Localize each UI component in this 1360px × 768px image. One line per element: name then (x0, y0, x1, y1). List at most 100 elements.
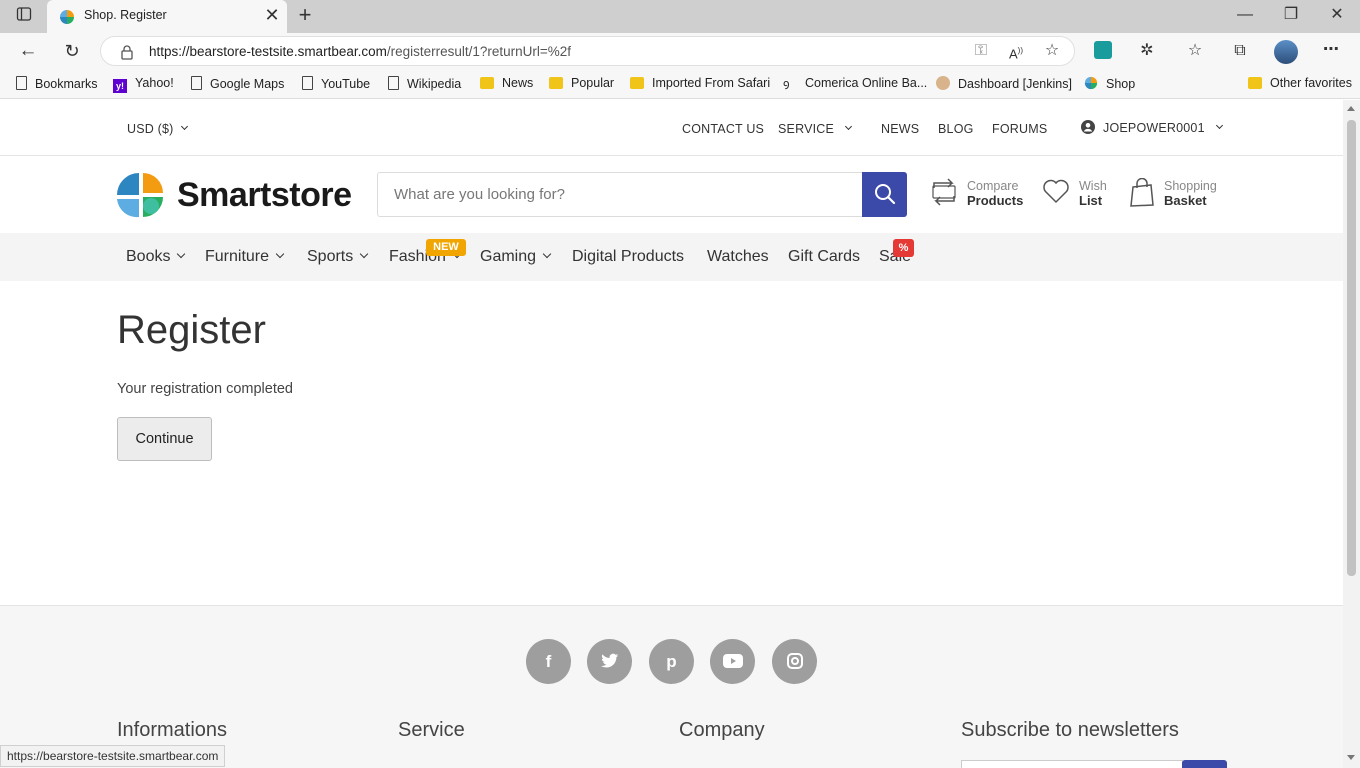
footer-heading-informations: Informations (117, 719, 228, 741)
refresh-icon[interactable]: ↻ (60, 41, 84, 61)
footer-heading-service: Service (398, 719, 465, 741)
shopping-basket-link[interactable]: Shopping Basket (1130, 178, 1225, 212)
bookmark-shop[interactable]: Shop (1084, 76, 1135, 91)
profile-avatar[interactable] (1274, 40, 1298, 64)
bookmark-yahoo[interactable]: y! Yahoo! (113, 76, 174, 93)
chevron-down-icon (542, 249, 552, 259)
wish-list-link[interactable]: Wish List (1042, 178, 1112, 212)
chevron-down-icon (360, 249, 369, 259)
address-bar[interactable]: https://bearstore-testsite.smartbear.com… (100, 36, 1075, 66)
logo-wordmark: Smartstore (177, 176, 352, 214)
basket-label-2: Basket (1164, 193, 1207, 208)
compare-products-link[interactable]: Compare Products (931, 178, 1026, 212)
bookmark-news[interactable]: News (480, 76, 533, 90)
continue-button[interactable]: Continue (117, 417, 212, 461)
more-menu-icon[interactable]: ⋯ (1321, 40, 1341, 60)
registration-result-message: Your registration completed (117, 381, 293, 397)
folder-icon (480, 77, 494, 89)
facebook-icon[interactable]: f (526, 639, 571, 684)
wish-label-1: Wish (1079, 179, 1107, 193)
scroll-down-arrow-icon[interactable] (1347, 755, 1355, 760)
category-gaming[interactable]: Gaming (480, 248, 552, 266)
favorites-icon[interactable]: ☆ (1185, 41, 1205, 61)
instagram-icon[interactable] (772, 639, 817, 684)
link-status-bar: https://bearstore-testsite.smartbear.com (0, 745, 226, 767)
compare-label-2: Products (967, 193, 1024, 208)
bookmark-wikipedia[interactable]: Wikipedia (388, 76, 461, 91)
extensions-puzzle-icon[interactable]: ✲ (1137, 41, 1157, 61)
category-gift-cards[interactable]: Gift Cards (788, 248, 860, 266)
scroll-up-arrow-icon[interactable] (1347, 106, 1355, 111)
window-close-icon[interactable]: ✕ (1326, 5, 1348, 25)
new-tab-icon[interactable]: + (294, 4, 316, 26)
category-watches[interactable]: Watches (707, 248, 769, 266)
footer: f p Informations Service Company Subscri… (0, 605, 1343, 768)
newsletter-subscribe-button[interactable] (1182, 760, 1227, 768)
browser-tab-bar: Shop. Register ✕ + — ❐ ✕ (0, 0, 1360, 33)
chevron-down-icon (177, 249, 186, 259)
page-title: Register (117, 308, 266, 352)
page-scrollbar[interactable] (1343, 100, 1360, 768)
bookmark-jenkins[interactable]: Dashboard [Jenkins] (936, 76, 1072, 91)
chevron-down-icon (845, 122, 853, 131)
minimize-icon[interactable]: — (1234, 5, 1256, 25)
sale-badge: % (893, 239, 914, 257)
key-icon[interactable]: ⚿ (971, 41, 991, 61)
bookmark-google-maps[interactable]: Google Maps (191, 76, 284, 91)
compare-label-1: Compare (967, 179, 1019, 193)
wish-label-2: List (1079, 193, 1103, 208)
browser-tab-active[interactable]: Shop. Register ✕ (47, 0, 287, 33)
new-badge: NEW (426, 239, 466, 256)
category-sports[interactable]: Sports (307, 248, 369, 266)
category-digital-products[interactable]: Digital Products (572, 248, 684, 266)
search-input[interactable] (378, 173, 862, 216)
restore-icon[interactable]: ❐ (1280, 5, 1302, 25)
yahoo-icon: y! (113, 79, 127, 93)
account-menu[interactable]: JOEPOWER0001 (1081, 120, 1223, 135)
smartstore-favicon-icon (60, 10, 74, 24)
scrollbar-thumb[interactable] (1347, 120, 1356, 576)
heart-icon (1043, 179, 1069, 204)
youtube-icon[interactable] (710, 639, 755, 684)
address-toolbar: ← ↻ https://bearstore-testsite.smartbear… (0, 33, 1360, 69)
twitter-icon[interactable] (587, 639, 632, 684)
page-icon (191, 76, 202, 90)
forums-link[interactable]: FORUMS (992, 122, 1047, 136)
search-icon (875, 184, 896, 205)
smartstore-favicon-icon (1084, 76, 1098, 90)
bookmark-youtube[interactable]: YouTube (302, 76, 370, 91)
search-button[interactable] (862, 172, 907, 217)
news-link[interactable]: NEWS (881, 122, 919, 136)
tab-close-icon[interactable]: ✕ (261, 4, 283, 26)
add-favorite-icon[interactable]: ☆ (1042, 41, 1062, 61)
folder-icon (549, 77, 563, 89)
tab-title: Shop. Register (84, 8, 167, 22)
folder-icon (630, 77, 644, 89)
category-books[interactable]: Books (126, 248, 186, 266)
bookmark-comerica[interactable]: Ꝯ Comerica Online Ba... (783, 76, 927, 93)
chevron-down-icon (1215, 121, 1223, 130)
bookmark-other-favorites[interactable]: Other favorites (1248, 76, 1352, 90)
bookmark-bookmarks[interactable]: Bookmarks (16, 76, 98, 91)
footer-heading-company: Company (679, 719, 765, 741)
newsletter-email-input[interactable] (961, 760, 1183, 768)
url-text: https://bearstore-testsite.smartbear.com… (149, 44, 572, 59)
chevron-down-icon (180, 122, 188, 131)
bookmark-imported-safari[interactable]: Imported From Safari (630, 76, 770, 90)
category-furniture[interactable]: Furniture (205, 248, 285, 266)
lock-icon[interactable] (120, 44, 134, 60)
currency-selector[interactable]: USD ($) (127, 122, 188, 136)
bookmark-popular[interactable]: Popular (549, 76, 614, 90)
pinterest-icon[interactable]: p (649, 639, 694, 684)
extension-teal-icon[interactable] (1094, 41, 1112, 59)
search-box (377, 172, 907, 217)
tab-actions-icon[interactable] (14, 6, 34, 28)
compare-icon (932, 178, 956, 206)
back-icon[interactable]: ← (16, 41, 40, 61)
category-navigation: Books Furniture Sports Fashion NEW Gamin… (0, 233, 1343, 281)
read-aloud-icon[interactable]: A)) (1006, 41, 1026, 64)
contact-us-link[interactable]: CONTACT US (682, 122, 764, 136)
service-menu[interactable]: SERVICE (778, 122, 853, 136)
collections-icon[interactable]: ⧉ (1230, 41, 1250, 61)
blog-link[interactable]: BLOG (938, 122, 974, 136)
